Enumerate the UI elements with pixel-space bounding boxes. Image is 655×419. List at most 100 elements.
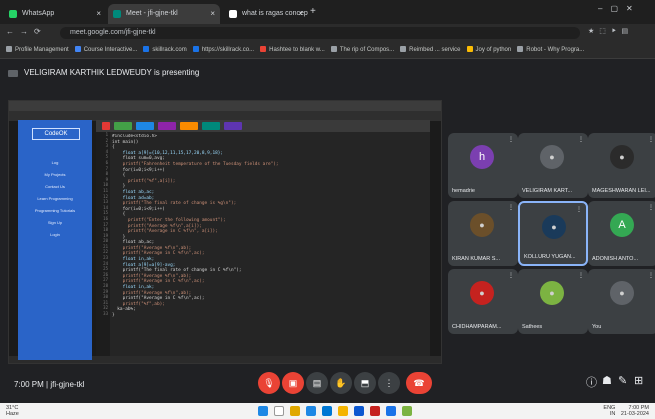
editor-toolbar <box>96 120 430 132</box>
bookmark-label: Course Interactive... <box>83 47 138 53</box>
participant-name: CHIDHAMPARAM... <box>452 324 502 330</box>
mic-off-icon: ⋮ <box>578 137 584 143</box>
participant-name: MAGESHWARAN LEI... <box>592 188 651 194</box>
more-button[interactable]: ⋮ <box>378 372 400 394</box>
extension-icons[interactable]: ★⬚⯈▤ <box>588 27 633 36</box>
tab-favicon-icon <box>229 10 237 18</box>
shared-sidebar-item: My Projects <box>44 172 66 177</box>
participant-photo: ● <box>610 281 634 305</box>
raise-hand-button[interactable]: ✋ <box>330 372 352 394</box>
system-tray[interactable]: ENG IN 7:00 PM 21-03-2024 <box>603 405 649 417</box>
close-icon[interactable]: × <box>210 4 215 24</box>
taskbar-app-icon[interactable] <box>386 406 396 416</box>
close-icon[interactable]: × <box>298 4 303 24</box>
shared-sidebar-item: Sign Up <box>47 220 63 225</box>
participant-name: VELIGIRAM KART... <box>522 188 573 194</box>
camera-off-button[interactable]: ▣ <box>282 372 304 394</box>
participant-tile[interactable]: h hemadrie ⋮ <box>448 133 518 198</box>
participant-name: Sathees <box>522 324 543 330</box>
bookmark-item[interactable]: skillrack.com <box>143 42 187 58</box>
toolbar-button <box>202 122 220 130</box>
address-bar: ←→⟳ meet.google.com/jfi-gjne-tkl ★⬚⯈▤ <box>0 24 655 42</box>
participant-tile[interactable]: ● You ⋮ <box>588 269 655 334</box>
leave-call-button[interactable]: ☎ <box>406 372 432 394</box>
captions-icon: ▤ <box>312 378 322 388</box>
code-text: #include<stdio.h> int main(){ float a[9]=… <box>112 134 422 356</box>
toolbar-button <box>114 122 132 130</box>
close-icon[interactable]: × <box>96 4 101 24</box>
new-tab-button[interactable]: + <box>310 6 316 17</box>
participant-name: KOLLURU YUGAN... <box>524 254 576 260</box>
bookmark-label: Profile Management <box>15 47 69 53</box>
mic-off-icon: ⋮ <box>576 207 582 213</box>
taskbar-app-icon[interactable] <box>338 406 348 416</box>
taskbar-app-icon[interactable] <box>290 406 300 416</box>
mic-off-icon: ⋮ <box>648 273 654 279</box>
participant-tile[interactable]: A ADONISH ANTO... ⋮ <box>588 201 655 266</box>
code-editor: 1 2 3 4 5 6 7 8 9 10 11 12 13 14 15 16 17 18 19 20 21 22 23 24 2… <box>96 120 430 356</box>
windows-taskbar: 31°C Haze ENG IN 7:00 PM 21-03-2024 <box>0 403 655 419</box>
leave-call-icon: ☎ <box>413 378 425 388</box>
bookmark-icon <box>192 46 199 52</box>
bookmark-icon <box>466 46 473 52</box>
participant-tile[interactable]: ● VELIGIRAM KART... ⋮ <box>518 133 588 198</box>
bookmark-label: Hashtee to blank w... <box>269 47 325 53</box>
taskbar-app-icon[interactable] <box>354 406 364 416</box>
bookmark-item[interactable]: Joy of python <box>466 42 512 58</box>
captions-button[interactable]: ▤ <box>306 372 328 394</box>
mic-off-icon: ⋮ <box>648 205 654 211</box>
bookmark-item[interactable]: The rip of Compos... <box>330 42 394 58</box>
participant-tile[interactable]: ● MAGESHWARAN LEI... ⋮ <box>588 133 655 198</box>
bookmark-item[interactable]: Profile Management <box>6 42 69 58</box>
participant-tile[interactable]: ● KIRAN KUMAR S... ⋮ <box>448 201 518 266</box>
nav-buttons[interactable]: ←→⟳ <box>6 27 47 36</box>
participant-tile[interactable]: ● Sathees ⋮ <box>518 269 588 334</box>
tray-date: 21-03-2024 <box>620 411 649 417</box>
participant-tile[interactable]: ● KOLLURU YUGAN... ⋮ <box>518 201 588 266</box>
bookmark-item[interactable]: Reimbed ... service <box>400 42 461 58</box>
participant-name: KIRAN KUMAR S... <box>452 256 500 262</box>
grid-icon[interactable]: ⊞ <box>634 374 643 387</box>
bookmark-item[interactable]: Robot - Why Progra... <box>517 42 584 58</box>
taskbar-app-icon[interactable] <box>306 406 316 416</box>
shared-sidebar-item: Log <box>51 160 59 165</box>
bookmark-item[interactable]: Hashtee to blank w... <box>260 42 325 58</box>
activities-icon[interactable]: ✎ <box>618 374 627 387</box>
browser-tab[interactable]: what is ragas concept in u... Goo× <box>224 4 308 24</box>
mic-off-icon: ⋮ <box>508 205 514 211</box>
tab-label: Meet - jfi-gjne-tkl <box>126 10 178 17</box>
participant-name: ADONISH ANTO... <box>592 256 639 262</box>
url-field[interactable]: meet.google.com/jfi-gjne-tkl <box>60 27 580 39</box>
window-controls[interactable]: –▢✕ <box>598 4 641 13</box>
present-button[interactable]: ⬒ <box>354 372 376 394</box>
people-icon[interactable]: ☗ <box>602 374 612 387</box>
taskbar-app-icon[interactable] <box>370 406 380 416</box>
browser-tab[interactable]: WhatsApp × <box>4 4 106 24</box>
line-number: 33 <box>103 311 108 316</box>
tray-language: ENG IN <box>603 405 616 417</box>
participant-name: hemadrie <box>452 188 475 194</box>
bookmark-label: Joy of python <box>475 47 512 53</box>
bookmark-label: skillrack.com <box>152 47 187 53</box>
browser-tab[interactable]: Meet - jfi-gjne-tkl × <box>108 4 220 24</box>
tab-label: WhatsApp <box>22 10 55 17</box>
bookmark-icon <box>143 46 150 52</box>
participant-avatar: h <box>470 145 494 169</box>
bookmark-item[interactable]: https://skillrack.co... <box>192 42 254 58</box>
mic-off-button[interactable]: 🎙 <box>258 372 280 394</box>
bookmark-item[interactable]: Course Interactive... <box>74 42 138 58</box>
participant-name: You <box>592 324 602 330</box>
raise-hand-icon: ✋ <box>335 378 347 388</box>
shared-sidebar-item: Learn Programming <box>37 196 73 201</box>
mic-off-icon: ⋮ <box>648 137 654 143</box>
taskbar-app-icon[interactable] <box>322 406 332 416</box>
taskbar-app-icon[interactable] <box>274 406 284 416</box>
toolbar-button <box>136 122 154 130</box>
weather-widget[interactable]: 31°C Haze <box>6 405 19 417</box>
shared-sidebar: CodeOK Log My Projects Contact Us Learn Pro… <box>18 120 92 360</box>
taskbar-app-icon[interactable] <box>402 406 412 416</box>
participant-tile[interactable]: ● CHIDHAMPARAM... ⋮ <box>448 269 518 334</box>
taskbar-app-icon[interactable] <box>258 406 268 416</box>
shared-sidebar-item: Contact Us <box>45 184 65 189</box>
info-icon[interactable]: ⓘ <box>586 374 597 390</box>
